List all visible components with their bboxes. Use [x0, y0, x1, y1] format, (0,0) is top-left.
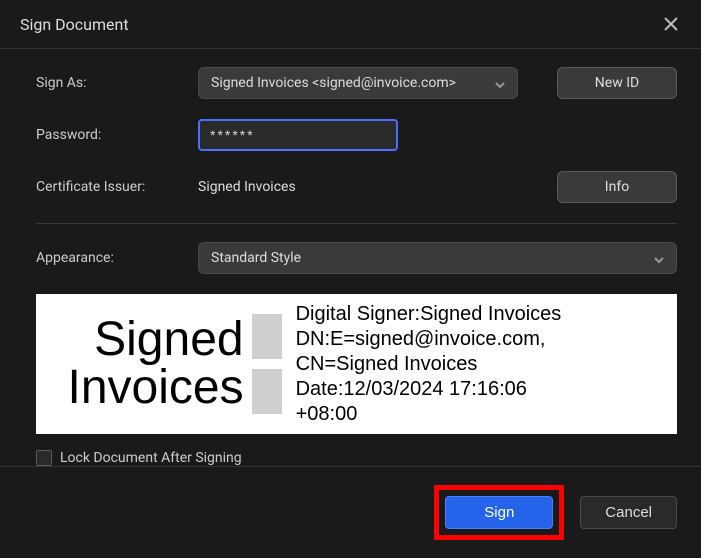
signature-graphic-icon — [252, 314, 282, 414]
signature-detail-line: DN:E=signed@invoice.com, — [296, 327, 661, 352]
certificate-issuer-value: Signed Invoices — [198, 179, 296, 195]
appearance-selected: Standard Style — [211, 250, 301, 266]
signature-detail-line: +08:00 — [296, 402, 661, 427]
appearance-label: Appearance: — [36, 250, 186, 266]
lock-document-label: Lock Document After Signing — [60, 450, 242, 466]
new-id-button[interactable]: New ID — [557, 67, 677, 99]
signature-display-name: Signed Invoices — [52, 316, 244, 412]
sign-button[interactable]: Sign — [445, 496, 553, 529]
chevron-down-icon — [654, 253, 664, 263]
password-row: Password: — [36, 119, 677, 151]
signature-name-line2: Invoices — [68, 361, 244, 414]
signature-details: Digital Signer:Signed Invoices DN:E=sign… — [296, 302, 661, 427]
titlebar: Sign Document — [0, 0, 701, 49]
signature-preview: Signed Invoices Digital Signer:Signed In… — [36, 294, 677, 434]
sign-as-select[interactable]: Signed Invoices <signed@invoice.com> — [198, 67, 518, 99]
close-icon[interactable] — [661, 14, 681, 34]
appearance-select[interactable]: Standard Style — [198, 242, 677, 274]
info-button[interactable]: Info — [557, 171, 677, 203]
chevron-down-icon — [495, 78, 505, 88]
signature-name-line1: Signed — [94, 313, 243, 366]
lock-document-row: Lock Document After Signing — [36, 450, 677, 466]
certificate-issuer-row: Certificate Issuer: Signed Invoices Info — [36, 171, 677, 203]
password-label: Password: — [36, 127, 186, 143]
dialog-content: Sign As: Signed Invoices <signed@invoice… — [0, 49, 701, 466]
divider — [36, 223, 677, 224]
dialog-footer: Sign Cancel — [0, 466, 701, 558]
signature-detail-line: CN=Signed Invoices — [296, 352, 661, 377]
highlight-frame: Sign — [434, 485, 564, 540]
sign-as-selected: Signed Invoices <signed@invoice.com> — [211, 75, 456, 91]
appearance-row: Appearance: Standard Style — [36, 242, 677, 274]
signature-detail-line: Digital Signer:Signed Invoices — [296, 302, 661, 327]
sign-as-row: Sign As: Signed Invoices <signed@invoice… — [36, 67, 677, 99]
signature-detail-line: Date:12/03/2024 17:16:06 — [296, 377, 661, 402]
lock-document-checkbox[interactable] — [36, 450, 52, 466]
sign-as-label: Sign As: — [36, 75, 186, 91]
signature-name-block: Signed Invoices — [52, 314, 296, 414]
window-title: Sign Document — [20, 15, 129, 34]
cancel-button[interactable]: Cancel — [580, 496, 677, 529]
password-input[interactable] — [198, 119, 398, 151]
certificate-issuer-label: Certificate Issuer: — [36, 179, 186, 195]
